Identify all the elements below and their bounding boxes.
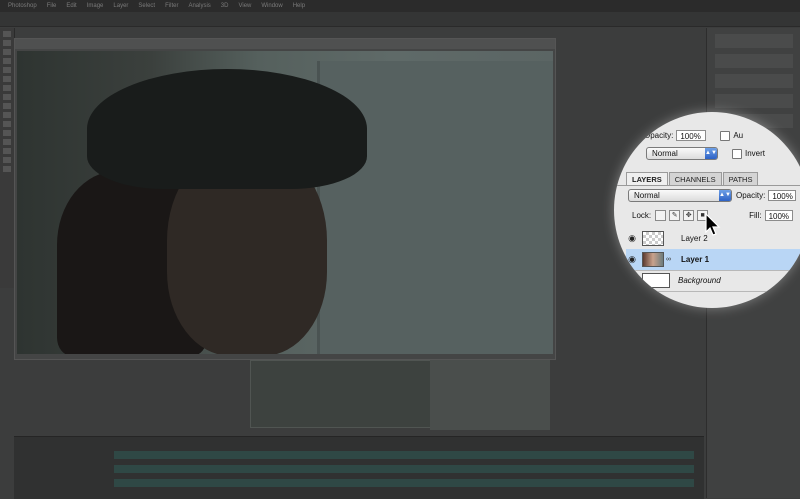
eye-icon[interactable]: ◉: [626, 275, 638, 286]
menu-item[interactable]: Select: [138, 3, 155, 9]
document-window[interactable]: [14, 38, 556, 360]
tool-button[interactable]: [3, 49, 11, 55]
panel-section: [715, 94, 793, 108]
tool-button[interactable]: [3, 112, 11, 118]
opacity-label: Opacity:: [736, 191, 766, 200]
menu-item[interactable]: Image: [87, 3, 104, 9]
layer-row-selected[interactable]: ◉ ∞ Layer 1: [626, 249, 800, 271]
select-arrows-icon: ▲▼: [705, 148, 717, 159]
mouse-pointer-icon: [705, 213, 721, 236]
blend-mode-select[interactable]: Normal ▲▼: [628, 189, 732, 202]
timeline-track[interactable]: [114, 465, 694, 473]
panel-section: [715, 34, 793, 48]
tool-button[interactable]: [3, 139, 11, 145]
tool-button[interactable]: [3, 121, 11, 127]
chain-icon: ∞: [666, 256, 671, 263]
layer-name: Layer 1: [681, 255, 710, 264]
panel-tabs: LAYERS CHANNELS PATHS: [626, 172, 759, 186]
layer-thumbnail: [642, 252, 664, 267]
fill-label: Fill:: [749, 211, 762, 220]
select-arrows-icon: ▲▼: [719, 190, 731, 201]
menu-item[interactable]: File: [47, 3, 57, 9]
background-shelf-image: [250, 360, 432, 428]
lock-label: Lock:: [632, 211, 652, 220]
blend-mode-value: Normal: [634, 191, 660, 200]
magnifier-lens: Opacity: 100% Au Normal ▲▼ Invert LAYERS…: [614, 112, 800, 308]
animation-timeline[interactable]: [14, 436, 704, 499]
menu-item[interactable]: Photoshop: [8, 3, 37, 9]
auto-label: Au: [733, 131, 744, 140]
lock-transparency-icon[interactable]: [655, 210, 667, 221]
tool-button[interactable]: [3, 157, 11, 163]
timeline-track[interactable]: [114, 451, 694, 459]
layer-row[interactable]: ◉ Background: [626, 270, 800, 292]
tool-button[interactable]: [3, 94, 11, 100]
menu-item[interactable]: Help: [293, 3, 305, 9]
panel-section: [715, 74, 793, 88]
menu-item[interactable]: Edit: [66, 3, 76, 9]
tab-paths[interactable]: PATHS: [722, 172, 759, 186]
tool-button[interactable]: [3, 148, 11, 154]
document-title-bar[interactable]: [15, 39, 555, 49]
opacity-field[interactable]: 100%: [768, 190, 797, 201]
invert-checkbox[interactable]: [732, 148, 742, 159]
invert-label: Invert: [745, 149, 766, 158]
menu-item[interactable]: Filter: [165, 3, 178, 9]
tool-button[interactable]: [3, 85, 11, 91]
tab-divider: [614, 185, 800, 186]
layer-name: Background: [678, 276, 721, 285]
top-opacity-field[interactable]: 100%: [676, 130, 707, 141]
panel-section: [715, 54, 793, 68]
menu-bar: Photoshop File Edit Image Layer Select F…: [0, 0, 800, 12]
tool-button[interactable]: [3, 40, 11, 46]
menu-item[interactable]: 3D: [221, 3, 229, 9]
tool-button[interactable]: [3, 166, 11, 172]
photo-hat: [87, 69, 367, 189]
tool-button[interactable]: [3, 31, 11, 37]
menu-item[interactable]: Layer: [113, 3, 128, 9]
layer-name: Layer 2: [681, 234, 708, 243]
menu-item[interactable]: Window: [261, 3, 282, 9]
toolbox: [0, 28, 15, 288]
lock-move-icon[interactable]: ✥: [683, 210, 695, 221]
menu-item[interactable]: Analysis: [188, 3, 210, 9]
canvas-photo[interactable]: [17, 51, 553, 354]
tool-button[interactable]: [3, 67, 11, 73]
top-opacity-label: Opacity:: [644, 131, 674, 140]
tool-button[interactable]: [3, 76, 11, 82]
layer-thumbnail: [642, 231, 664, 246]
lock-brush-icon[interactable]: ✎: [669, 210, 681, 221]
options-bar: [0, 12, 800, 27]
top-blend-mode-value: Normal: [652, 149, 678, 158]
timeline-track[interactable]: [114, 479, 694, 487]
tool-button[interactable]: [3, 103, 11, 109]
tab-layers[interactable]: LAYERS: [626, 172, 668, 186]
eye-icon[interactable]: ◉: [626, 233, 638, 244]
auto-checkbox[interactable]: [720, 130, 731, 141]
top-blend-mode-select[interactable]: Normal ▲▼: [646, 147, 718, 160]
tool-button[interactable]: [3, 58, 11, 64]
eye-icon[interactable]: ◉: [626, 254, 638, 265]
menu-item[interactable]: View: [238, 3, 251, 9]
tool-button[interactable]: [3, 130, 11, 136]
fill-field[interactable]: 100%: [764, 210, 793, 221]
layer-thumbnail: [642, 273, 670, 288]
tab-channels[interactable]: CHANNELS: [668, 172, 722, 186]
